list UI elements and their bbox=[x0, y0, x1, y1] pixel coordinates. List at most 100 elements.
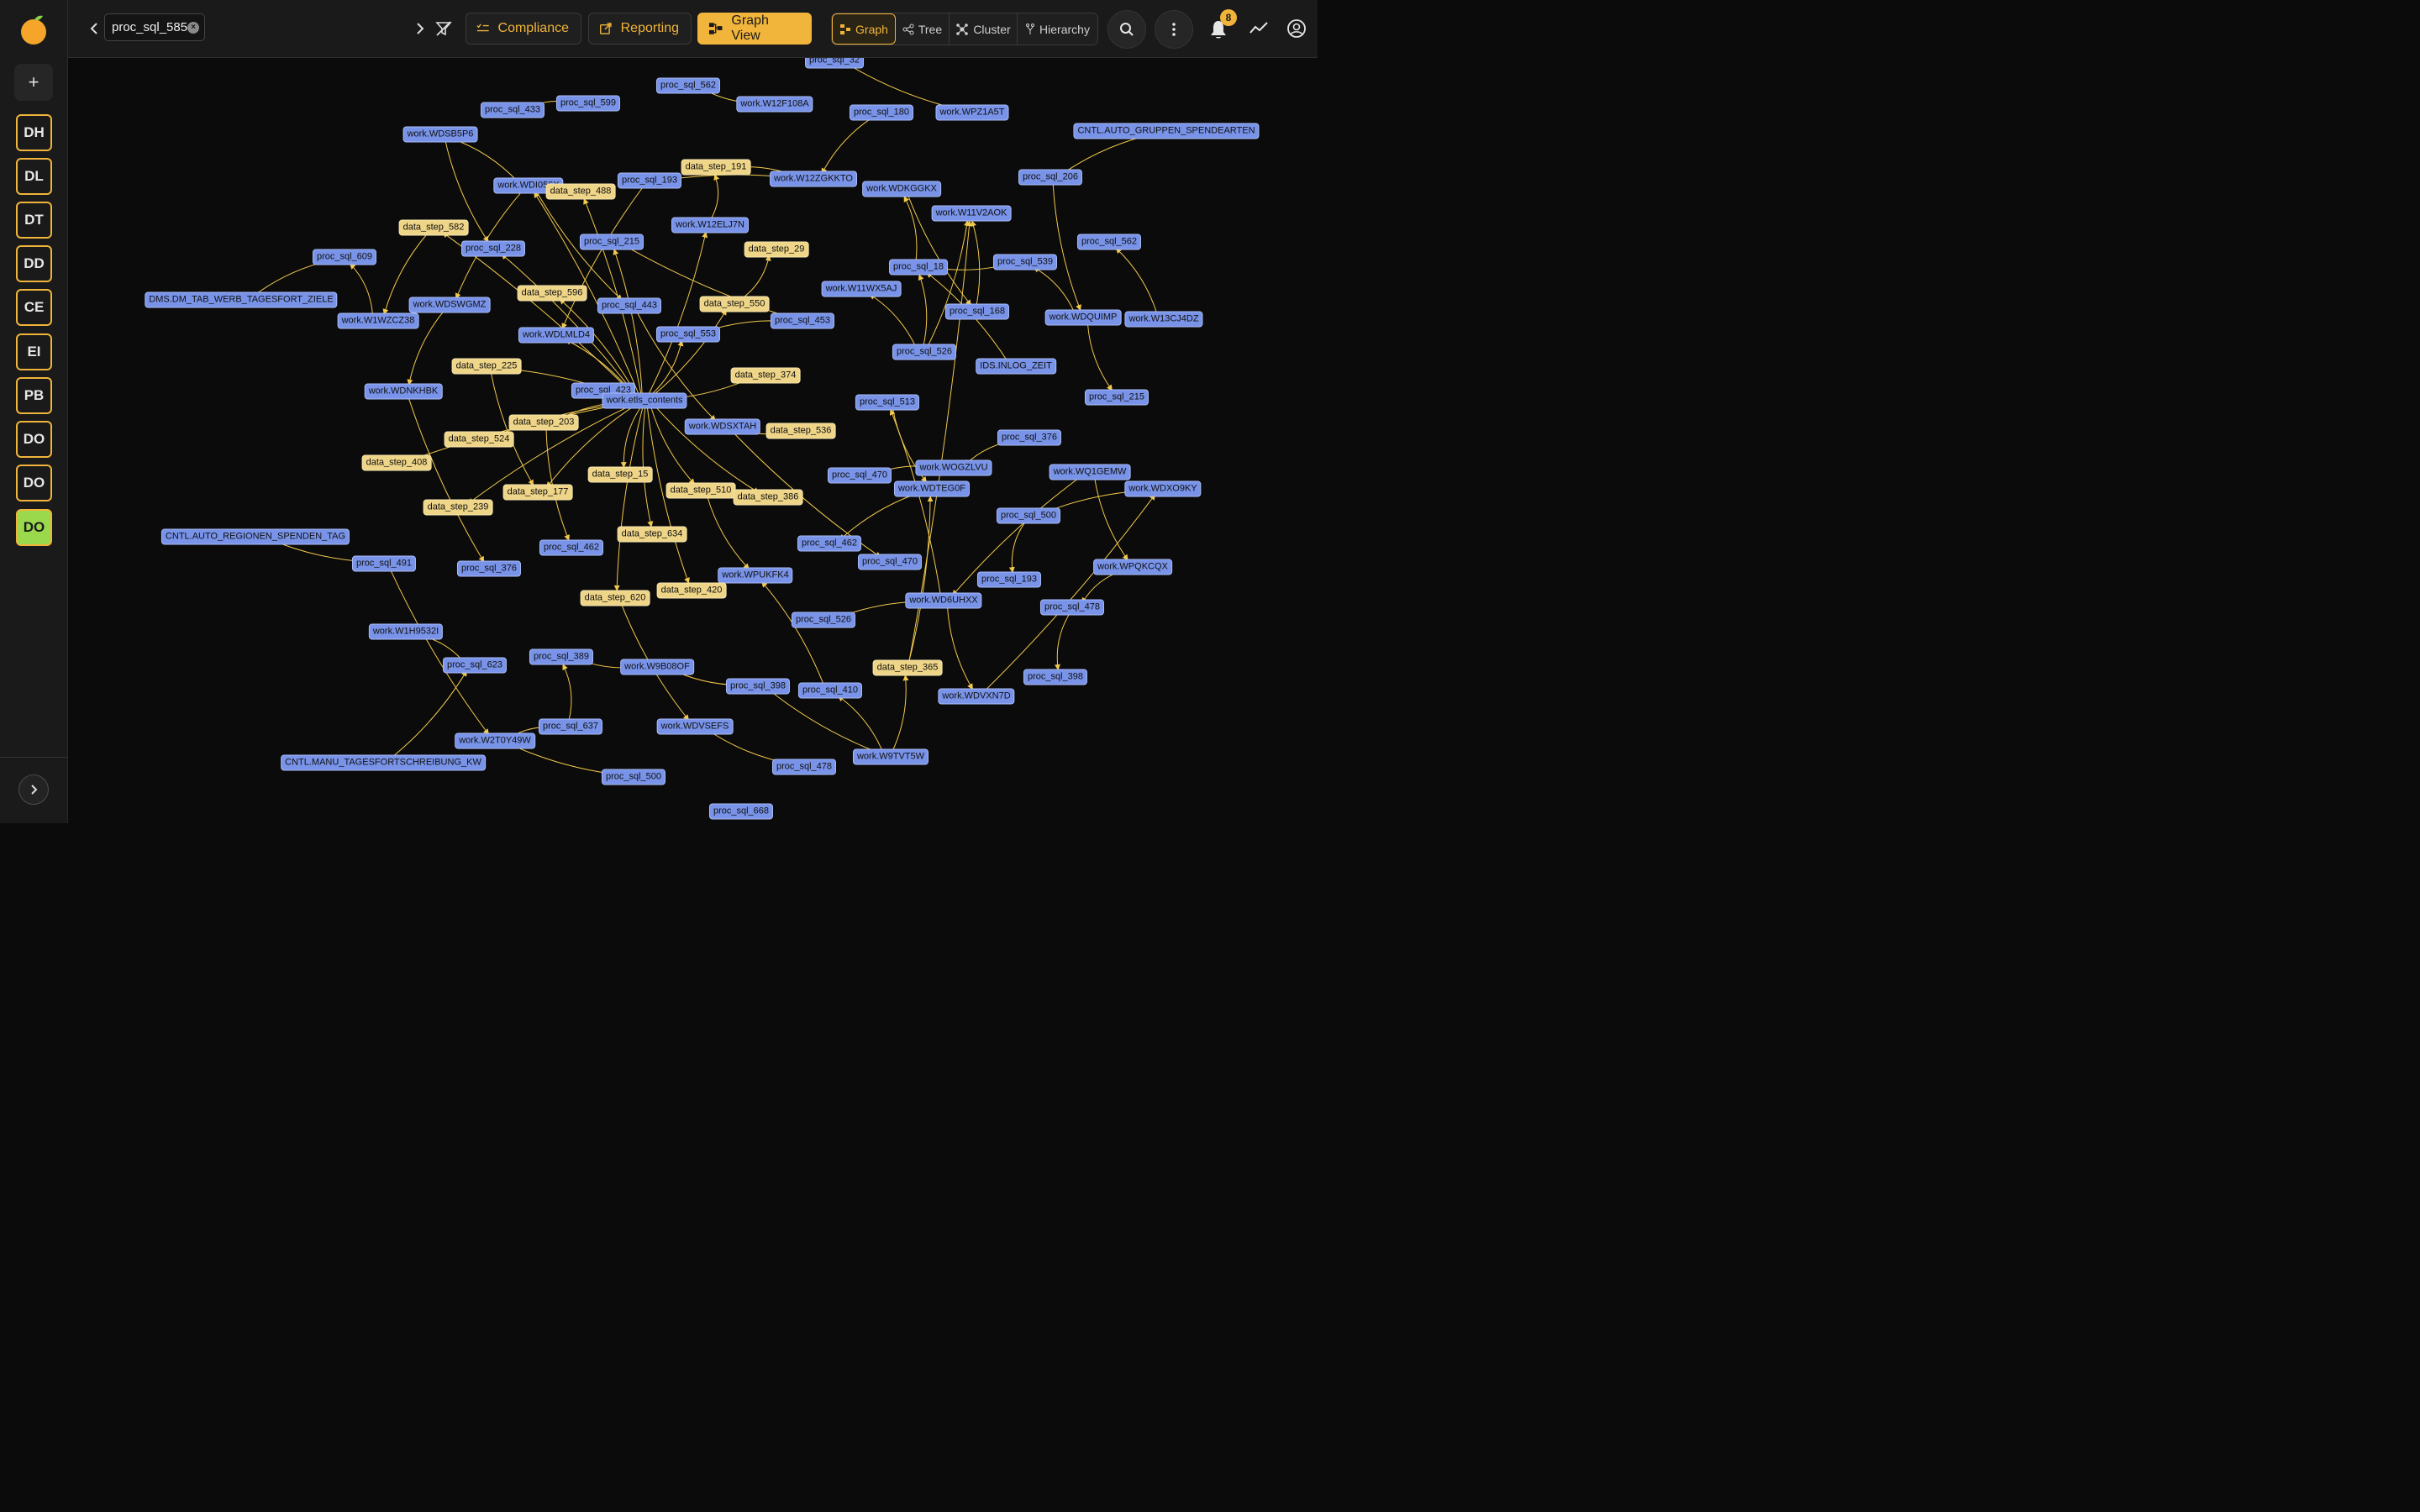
dataset-node[interactable]: work.W12ELJ7N bbox=[671, 217, 749, 234]
dataset-node[interactable]: proc_sql_599 bbox=[555, 95, 621, 112]
sidebar-item-dl-2[interactable]: DL bbox=[16, 158, 52, 195]
view-mode-graph[interactable]: Graph bbox=[832, 13, 896, 45]
dataset-node[interactable]: work.WOGZLVU bbox=[915, 459, 992, 476]
user-account-icon[interactable] bbox=[1286, 18, 1307, 39]
dataset-node[interactable]: proc_sql_500 bbox=[996, 507, 1061, 524]
data-step-node[interactable]: data_step_365 bbox=[872, 659, 943, 676]
dataset-node[interactable]: proc_sql_513 bbox=[855, 394, 920, 411]
reporting-button[interactable]: Reporting bbox=[588, 13, 692, 45]
dataset-node[interactable]: proc_sql_215 bbox=[579, 234, 644, 250]
dataset-node[interactable]: work.W1H9532I bbox=[368, 623, 444, 640]
dataset-node[interactable]: proc_sql_526 bbox=[791, 612, 856, 628]
dataset-node[interactable]: work.WDNKHBK bbox=[364, 383, 443, 400]
dataset-node[interactable]: work.WDQUIMP bbox=[1044, 309, 1122, 326]
dataset-node[interactable]: proc_sql_228 bbox=[460, 240, 526, 257]
data-step-node[interactable]: data_step_203 bbox=[508, 414, 579, 431]
dataset-node[interactable]: proc_sql_168 bbox=[944, 303, 1010, 320]
dataset-node[interactable]: CNTL.AUTO_GRUPPEN_SPENDEARTEN bbox=[1073, 123, 1260, 139]
data-step-node[interactable]: data_step_536 bbox=[765, 423, 836, 439]
dataset-node[interactable]: work.W9TVT5W bbox=[852, 748, 929, 765]
dataset-node[interactable]: work.WDTEG0F bbox=[893, 480, 971, 497]
clear-filter-icon[interactable] bbox=[435, 20, 452, 37]
dataset-node[interactable]: work.WDLMLD4 bbox=[518, 327, 595, 344]
dataset-node[interactable]: work.etls_contents bbox=[602, 392, 687, 409]
trend-icon[interactable] bbox=[1249, 20, 1268, 35]
sidebar-item-pb-7[interactable]: PB bbox=[16, 377, 52, 414]
dataset-node[interactable]: proc_sql_376 bbox=[997, 429, 1062, 446]
add-button[interactable]: + bbox=[14, 64, 53, 101]
data-step-node[interactable]: data_step_386 bbox=[733, 489, 803, 506]
dataset-node[interactable]: proc_sql_609 bbox=[312, 249, 377, 265]
chevron-right-icon[interactable] bbox=[414, 22, 426, 35]
dataset-node[interactable]: DMS.DM_TAB_WERB_TAGESFORT_ZIELE bbox=[145, 291, 338, 308]
view-mode-cluster[interactable]: Cluster bbox=[950, 13, 1018, 45]
data-step-node[interactable]: data_step_177 bbox=[502, 484, 573, 501]
search-button[interactable] bbox=[1107, 10, 1146, 49]
dataset-node[interactable]: proc_sql_206 bbox=[1018, 169, 1083, 186]
dataset-node[interactable]: work.WDSXTAH bbox=[684, 418, 761, 435]
dataset-node[interactable]: work.WDVXN7D bbox=[938, 688, 1015, 705]
dataset-node[interactable]: proc_sql_462 bbox=[539, 539, 604, 556]
sidebar-item-do-9[interactable]: DO bbox=[16, 465, 52, 501]
data-step-node[interactable]: data_step_620 bbox=[580, 590, 650, 606]
dataset-node[interactable]: proc_sql_389 bbox=[529, 648, 594, 665]
dataset-node[interactable]: proc_sql_562 bbox=[1076, 234, 1142, 250]
dataset-node[interactable]: proc_sql_443 bbox=[597, 297, 662, 314]
dataset-node[interactable]: work.W2T0Y49W bbox=[455, 732, 535, 749]
sidebar-item-dd-4[interactable]: DD bbox=[16, 245, 52, 282]
dataset-node[interactable]: proc_sql_32 bbox=[805, 58, 864, 69]
dataset-node[interactable]: work.WDSWGMZ bbox=[408, 297, 491, 313]
data-step-node[interactable]: data_step_582 bbox=[398, 219, 469, 236]
dataset-node[interactable]: proc_sql_215 bbox=[1084, 389, 1150, 406]
lineage-graph-canvas[interactable]: proc_sql_32 proc_sql_562 work.W12F108A proc… bbox=[68, 58, 1318, 823]
dataset-node[interactable]: proc_sql_637 bbox=[538, 718, 603, 735]
dataset-node[interactable]: work.WPUKFK4 bbox=[718, 567, 793, 584]
dataset-node[interactable]: proc_sql_193 bbox=[617, 172, 682, 189]
dataset-node[interactable]: proc_sql_470 bbox=[857, 554, 923, 570]
sidebar-item-dt-3[interactable]: DT bbox=[16, 202, 52, 239]
sidebar-item-dh-1[interactable]: DH bbox=[16, 114, 52, 151]
expand-sidebar-button[interactable] bbox=[18, 774, 49, 805]
compliance-button[interactable]: Compliance bbox=[466, 13, 581, 45]
dataset-node[interactable]: work.W9B08OF bbox=[620, 659, 694, 675]
data-step-node[interactable]: data_step_550 bbox=[699, 296, 770, 312]
dataset-node[interactable]: work.W13CJ4DZ bbox=[1124, 311, 1203, 328]
dataset-node[interactable]: proc_sql_470 bbox=[827, 467, 892, 484]
data-step-node[interactable]: data_step_374 bbox=[730, 367, 801, 384]
dataset-node[interactable]: proc_sql_668 bbox=[708, 803, 774, 820]
dataset-node[interactable]: proc_sql_562 bbox=[655, 77, 721, 94]
dataset-node[interactable]: proc_sql_180 bbox=[849, 104, 914, 121]
dataset-node[interactable]: work.WQ1GEMW bbox=[1049, 464, 1131, 480]
sidebar-item-do-10[interactable]: DO bbox=[16, 509, 52, 546]
dataset-node[interactable]: work.W12F108A bbox=[736, 96, 813, 113]
dataset-node[interactable]: work.W11WX5AJ bbox=[821, 281, 902, 297]
dataset-node[interactable]: proc_sql_623 bbox=[442, 657, 508, 674]
graph-view-button[interactable]: Graph View bbox=[697, 13, 812, 45]
dataset-node[interactable]: proc_sql_553 bbox=[655, 326, 721, 343]
dataset-node[interactable]: proc_sql_462 bbox=[797, 535, 862, 552]
dataset-node[interactable]: CNTL.AUTO_REGIONEN_SPENDEN_TAG bbox=[160, 528, 350, 545]
dataset-node[interactable]: proc_sql_453 bbox=[770, 312, 835, 329]
dataset-node[interactable]: proc_sql_193 bbox=[976, 571, 1042, 588]
dataset-node[interactable]: proc_sql_500 bbox=[601, 769, 666, 785]
dataset-node[interactable]: proc_sql_18 bbox=[889, 259, 948, 276]
data-step-node[interactable]: data_step_15 bbox=[587, 466, 653, 483]
dataset-node[interactable]: proc_sql_398 bbox=[1023, 669, 1088, 685]
data-step-node[interactable]: data_step_191 bbox=[681, 159, 751, 176]
clear-chip-icon[interactable]: × bbox=[187, 22, 199, 34]
dataset-node[interactable]: work.WDVSEFS bbox=[656, 718, 734, 735]
dataset-node[interactable]: proc_sql_433 bbox=[480, 102, 545, 118]
dataset-node[interactable]: work.W12ZGKKTO bbox=[770, 171, 857, 187]
chevron-left-icon[interactable] bbox=[88, 22, 100, 35]
search-filter-chip[interactable]: proc_sql_585 × bbox=[104, 13, 205, 41]
data-step-node[interactable]: data_step_225 bbox=[451, 358, 522, 375]
data-step-node[interactable]: data_step_408 bbox=[361, 454, 432, 471]
dataset-node[interactable]: proc_sql_410 bbox=[797, 682, 863, 699]
sidebar-item-ei-6[interactable]: EI bbox=[16, 333, 52, 370]
view-mode-tree[interactable]: Tree bbox=[896, 13, 950, 45]
dataset-node[interactable]: proc_sql_398 bbox=[725, 678, 791, 695]
dataset-node[interactable]: work.W11V2AOK bbox=[931, 205, 1012, 222]
dataset-node[interactable]: proc_sql_526 bbox=[892, 344, 957, 360]
data-step-node[interactable]: data_step_29 bbox=[744, 241, 809, 258]
dataset-node[interactable]: proc_sql_539 bbox=[992, 254, 1058, 270]
